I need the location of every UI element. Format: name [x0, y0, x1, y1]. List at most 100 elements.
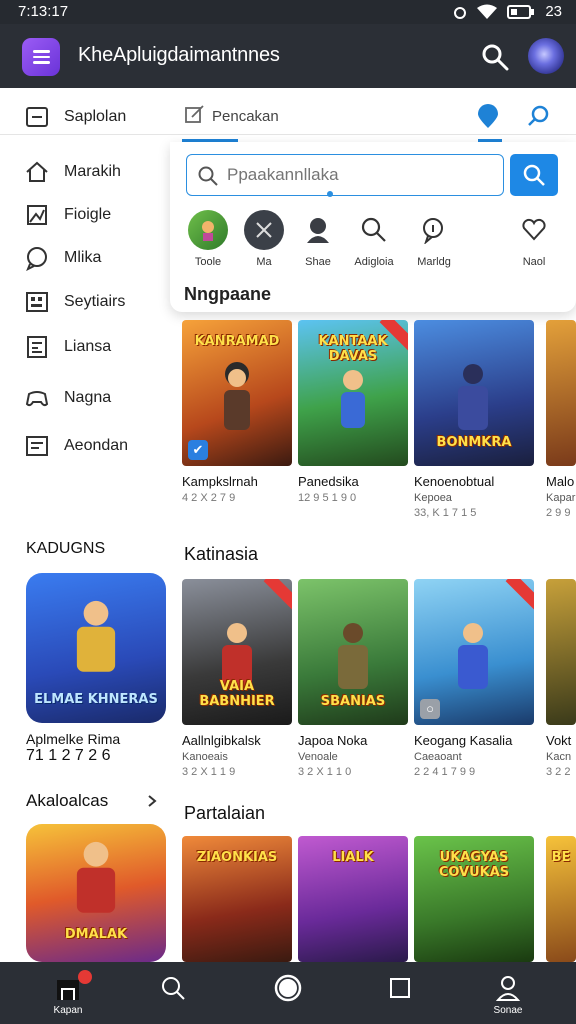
game-title: Keogang Kasalia: [414, 733, 513, 748]
nav-home-circle[interactable]: [258, 974, 318, 1005]
bottom-nav: Kapan Sonae: [0, 962, 576, 1024]
featured-game-card[interactable]: ELMAE KHNERAS Aplmelke Rima 71 1 2 7 2 6: [26, 573, 166, 765]
avatar[interactable]: [528, 38, 564, 74]
square-icon: [390, 978, 410, 998]
cursor-dot: [327, 191, 333, 197]
game-card[interactable]: LIALK: [298, 836, 408, 962]
sidebar-item-nagna[interactable]: Nagna: [24, 385, 111, 411]
game-subtitle: Venoale: [298, 751, 338, 763]
sidebar-item-label: Seytiairs: [64, 293, 126, 310]
game-artwork: [546, 320, 576, 466]
ribbon: [263, 579, 292, 610]
game-card[interactable]: KANRAMAD ✔ Kampkslrnah 4 2 X 2 7 9: [182, 320, 292, 504]
nav-profile[interactable]: Sonae: [478, 974, 538, 1016]
app-bar: KheApluigdaimantnnes: [0, 24, 576, 88]
category-label: Ma: [256, 256, 272, 268]
sidebar-item-aeondan[interactable]: Aeondan: [24, 433, 128, 459]
game-subtitle: Caeaoant: [414, 751, 462, 763]
game-meta: 3 2 2: [546, 766, 571, 778]
artwork-title: BONMKRA: [436, 435, 512, 450]
hero-figure-icon: [458, 623, 488, 689]
category-naol[interactable]: Naol: [504, 210, 564, 268]
search-icon: [354, 210, 394, 250]
nav-recents[interactable]: [370, 974, 430, 1005]
tab-pencakan[interactable]: Pencakan: [212, 108, 279, 125]
category-shae[interactable]: Shae: [288, 210, 348, 268]
game-card[interactable]: KANTAAK DAVAS Panedsika 12 9 5 1 9 0: [298, 320, 408, 504]
category-ma[interactable]: Ma: [234, 210, 294, 268]
game-subtitle: Kepoea: [414, 492, 452, 504]
sidebar-item-label: Liansa: [64, 338, 112, 355]
game-meta: 4 2 X 2 7 9: [182, 492, 236, 504]
person-icon: [495, 976, 521, 1001]
artwork-title: SBANIAS: [320, 694, 386, 709]
sidebar-item-label: Aeondan: [64, 437, 129, 454]
game-card[interactable]: Vokt Kacn 3 2 2: [546, 579, 576, 778]
section-title: KADUGNS: [26, 540, 106, 557]
sidebar-item-saplolan[interactable]: Saplolan: [24, 104, 126, 130]
search-icon: [523, 164, 545, 186]
game-artwork: ZIAONKIAS: [182, 836, 292, 962]
game-meta: 3 2 X 1 1 9: [182, 766, 236, 778]
category-label: Marldg: [417, 256, 451, 268]
search-input[interactable]: [227, 163, 487, 187]
game-card[interactable]: ZIAONKIAS: [182, 836, 292, 962]
map-pin-icon[interactable]: [476, 104, 500, 130]
game-card[interactable]: UKAGYAS COVUKAS: [414, 836, 534, 962]
sidebar-item-label: Marakih: [64, 163, 121, 180]
game-title: Kampkslrnah: [182, 474, 258, 489]
game-card[interactable]: VAIA BABNHIER Aallnlgibkalsk Kanoeais 3 …: [182, 579, 292, 778]
game-card[interactable]: Malo Kapar 2 9 9: [546, 320, 576, 519]
game-artwork: BONMKRA: [414, 320, 534, 466]
hero-figure-icon: [458, 364, 488, 430]
artwork-title: DMALAK: [64, 927, 128, 942]
sidebar-item-liansa[interactable]: Liansa: [24, 334, 111, 360]
game-artwork: DMALAK: [26, 824, 166, 962]
game-artwork: LIALK: [298, 836, 408, 962]
edit-icon[interactable]: [184, 104, 206, 126]
sidebar-item-label: Fioigle: [64, 206, 112, 223]
search-icon: [198, 166, 218, 186]
game-card[interactable]: ○ Keogang Kasalia Caeaoant 2 2 4 1 7 9 9: [414, 579, 534, 778]
search-button[interactable]: [510, 154, 558, 196]
search-icon[interactable]: [480, 42, 510, 72]
category-label: Shae: [305, 256, 331, 268]
search-icon[interactable]: [526, 104, 550, 128]
category-label: Adigloia: [354, 256, 394, 268]
game-subtitle: Kanoeais: [182, 751, 228, 763]
game-title: Kenoenobtual: [414, 474, 495, 489]
game-card[interactable]: BE: [546, 836, 576, 962]
nav-search[interactable]: [143, 974, 203, 1005]
sidebar-item-fioigle[interactable]: Fioigle: [24, 202, 111, 228]
sidebar-item-mlika[interactable]: Mlika: [24, 245, 101, 271]
game-card[interactable]: SBANIAS Japoa Noka Venoale 3 2 X 1 1 0: [298, 579, 408, 778]
sidebar-item-label: Mlika: [64, 249, 102, 266]
search-icon: [162, 977, 185, 1000]
app-menu-icon[interactable]: [22, 38, 60, 76]
category-marldg[interactable]: Marldg: [404, 210, 464, 268]
game-title: Malo: [546, 474, 575, 489]
house-icon: [26, 161, 48, 182]
game-artwork: KANTAAK DAVAS: [298, 320, 408, 466]
sidebar-item-seytiairs[interactable]: Seytiairs: [24, 289, 125, 315]
nav-label: Kapan: [53, 1005, 83, 1016]
game-card[interactable]: BONMKRA Kenoenobtual Kepoea 33, K 1 7 1 …: [414, 320, 534, 519]
chevron-right-icon[interactable]: [146, 794, 158, 808]
hero-figure-icon: [341, 370, 365, 428]
circle-button-icon: [274, 974, 302, 1002]
category-label: Toole: [194, 256, 222, 268]
nav-label: Sonae: [493, 1005, 523, 1016]
section-title[interactable]: Akaloalcas: [26, 791, 108, 811]
category-toole[interactable]: Toole: [178, 210, 238, 268]
status-time: 7:13:17: [18, 3, 69, 20]
search-field[interactable]: [186, 154, 504, 197]
featured-game-card[interactable]: DMALAK: [26, 824, 166, 962]
game-artwork: BE: [546, 836, 576, 962]
info-bubble-icon: [414, 210, 454, 250]
alarm-icon: [454, 6, 467, 19]
person-icon: [298, 210, 338, 250]
chat-bubble-icon: [26, 247, 47, 271]
game-title: Japoa Noka: [298, 733, 368, 748]
sidebar-item-marakih[interactable]: Marakih: [24, 159, 121, 185]
category-adigloia[interactable]: Adigloia: [344, 210, 404, 268]
